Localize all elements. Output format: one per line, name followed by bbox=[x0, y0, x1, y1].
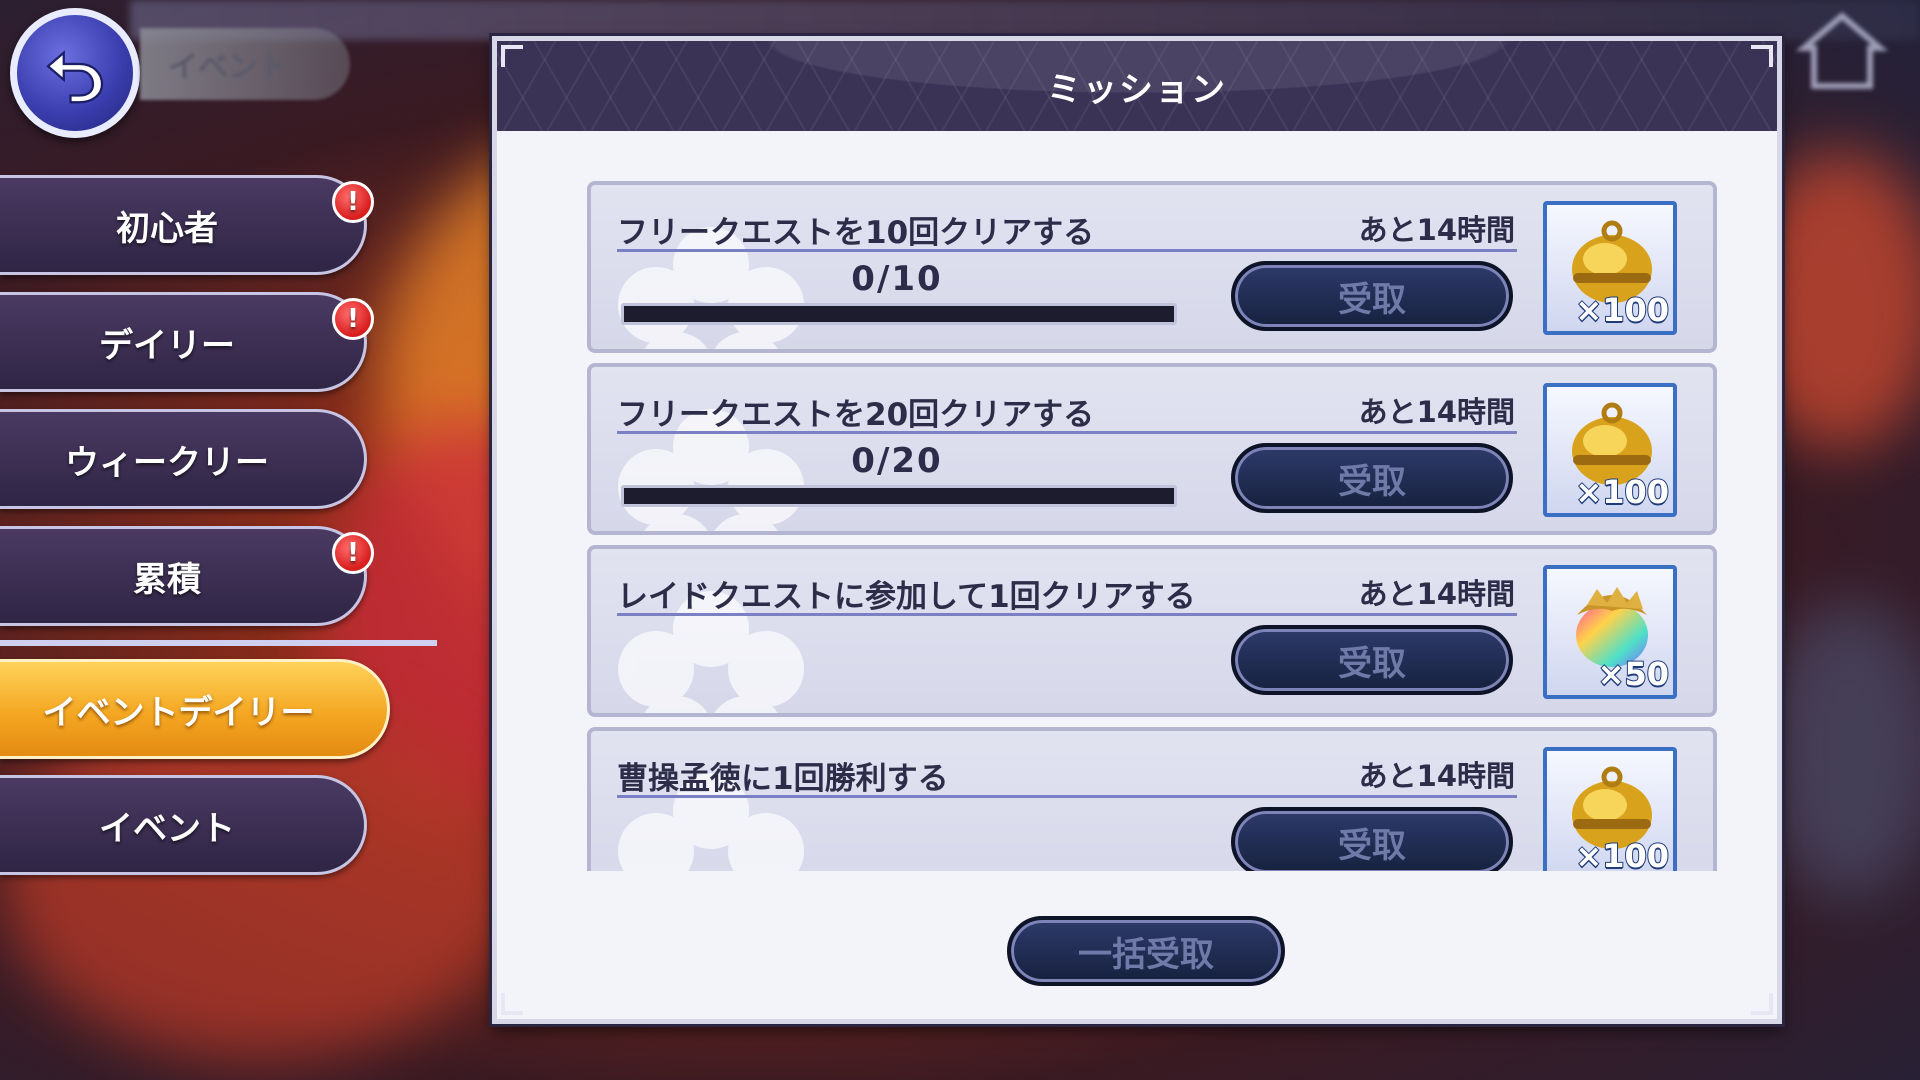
tab-label: ウィークリー bbox=[65, 442, 269, 483]
back-arrow-icon bbox=[46, 50, 104, 104]
tab-event-daily[interactable]: イベントデイリー bbox=[0, 659, 390, 759]
menu-house-icon[interactable] bbox=[1792, 8, 1892, 98]
reward-tile[interactable]: ×100 bbox=[1543, 747, 1677, 871]
panel-header: ミッション bbox=[497, 41, 1777, 131]
mission-name: フリークエストを20回クリアする bbox=[617, 397, 1095, 433]
reward-quantity: ×50 bbox=[1597, 654, 1670, 694]
progress-text: 0/10 bbox=[851, 259, 943, 299]
mission-card: レイドクエストに参加して1回クリアする あと14時間 受取 ×50 bbox=[587, 545, 1717, 717]
tab-label: 初心者 bbox=[116, 208, 218, 249]
alert-icon: ! bbox=[332, 532, 374, 574]
mission-name: レイドクエストに参加して1回クリアする bbox=[617, 579, 1196, 615]
mission-card: 曹操孟徳に1回勝利する あと14時間 受取 ×100 bbox=[587, 727, 1717, 871]
divider bbox=[617, 795, 1517, 798]
reward-quantity: ×100 bbox=[1574, 472, 1670, 512]
progress-bar bbox=[621, 485, 1177, 507]
tab-label: イベントデイリー bbox=[42, 692, 315, 733]
reward-quantity: ×100 bbox=[1574, 290, 1670, 330]
mission-name: フリークエストを10回クリアする bbox=[617, 215, 1095, 251]
mission-card: フリークエストを10回クリアする あと14時間 0/10 受取 ×100 bbox=[587, 181, 1717, 353]
claim-button[interactable]: 受取 bbox=[1231, 807, 1513, 871]
back-button[interactable] bbox=[10, 8, 140, 138]
mission-list[interactable]: フリークエストを10回クリアする あと14時間 0/10 受取 ×100 フリー… bbox=[587, 181, 1717, 871]
time-remaining: あと14時間 bbox=[1358, 395, 1515, 429]
time-remaining: あと14時間 bbox=[1358, 577, 1515, 611]
breadcrumb: イベント bbox=[140, 28, 350, 100]
mission-name: 曹操孟徳に1回勝利する bbox=[617, 761, 949, 797]
mission-panel: ミッション フリークエストを10回クリアする あと14時間 0/10 受取 ×1… bbox=[492, 36, 1782, 1024]
tab-label: イベント bbox=[99, 808, 235, 849]
sidebar-divider bbox=[0, 640, 437, 646]
corner-ornament bbox=[1751, 993, 1773, 1015]
divider bbox=[617, 431, 1517, 434]
claim-button[interactable]: 受取 bbox=[1231, 261, 1513, 331]
reward-tile[interactable]: ×50 bbox=[1543, 565, 1677, 699]
claim-button[interactable]: 受取 bbox=[1231, 625, 1513, 695]
time-remaining: あと14時間 bbox=[1358, 759, 1515, 793]
tab-weekly[interactable]: ウィークリー bbox=[0, 409, 367, 509]
time-remaining: あと14時間 bbox=[1358, 213, 1515, 247]
corner-ornament bbox=[501, 993, 523, 1015]
divider bbox=[617, 249, 1517, 252]
reward-tile[interactable]: ×100 bbox=[1543, 383, 1677, 517]
alert-icon: ! bbox=[332, 181, 374, 223]
tab-beginner[interactable]: 初心者 ! bbox=[0, 175, 374, 275]
mission-card: フリークエストを20回クリアする あと14時間 0/20 受取 ×100 bbox=[587, 363, 1717, 535]
claim-button[interactable]: 受取 bbox=[1231, 443, 1513, 513]
tab-event[interactable]: イベント bbox=[0, 775, 367, 875]
tab-cumulative[interactable]: 累積 ! bbox=[0, 526, 374, 626]
panel-title: ミッション bbox=[1047, 69, 1227, 110]
alert-icon: ! bbox=[332, 298, 374, 340]
divider bbox=[617, 613, 1517, 616]
reward-tile[interactable]: ×100 bbox=[1543, 201, 1677, 335]
tab-daily[interactable]: デイリー ! bbox=[0, 292, 374, 392]
tab-label: デイリー bbox=[99, 325, 235, 366]
corner-ornament bbox=[501, 45, 523, 67]
corner-ornament bbox=[1751, 45, 1773, 67]
progress-bar bbox=[621, 303, 1177, 325]
reward-quantity: ×100 bbox=[1574, 836, 1670, 871]
bulk-claim-button[interactable]: 一括受取 bbox=[1007, 916, 1285, 986]
progress-text: 0/20 bbox=[851, 441, 943, 481]
tab-label: 累積 bbox=[133, 559, 201, 600]
